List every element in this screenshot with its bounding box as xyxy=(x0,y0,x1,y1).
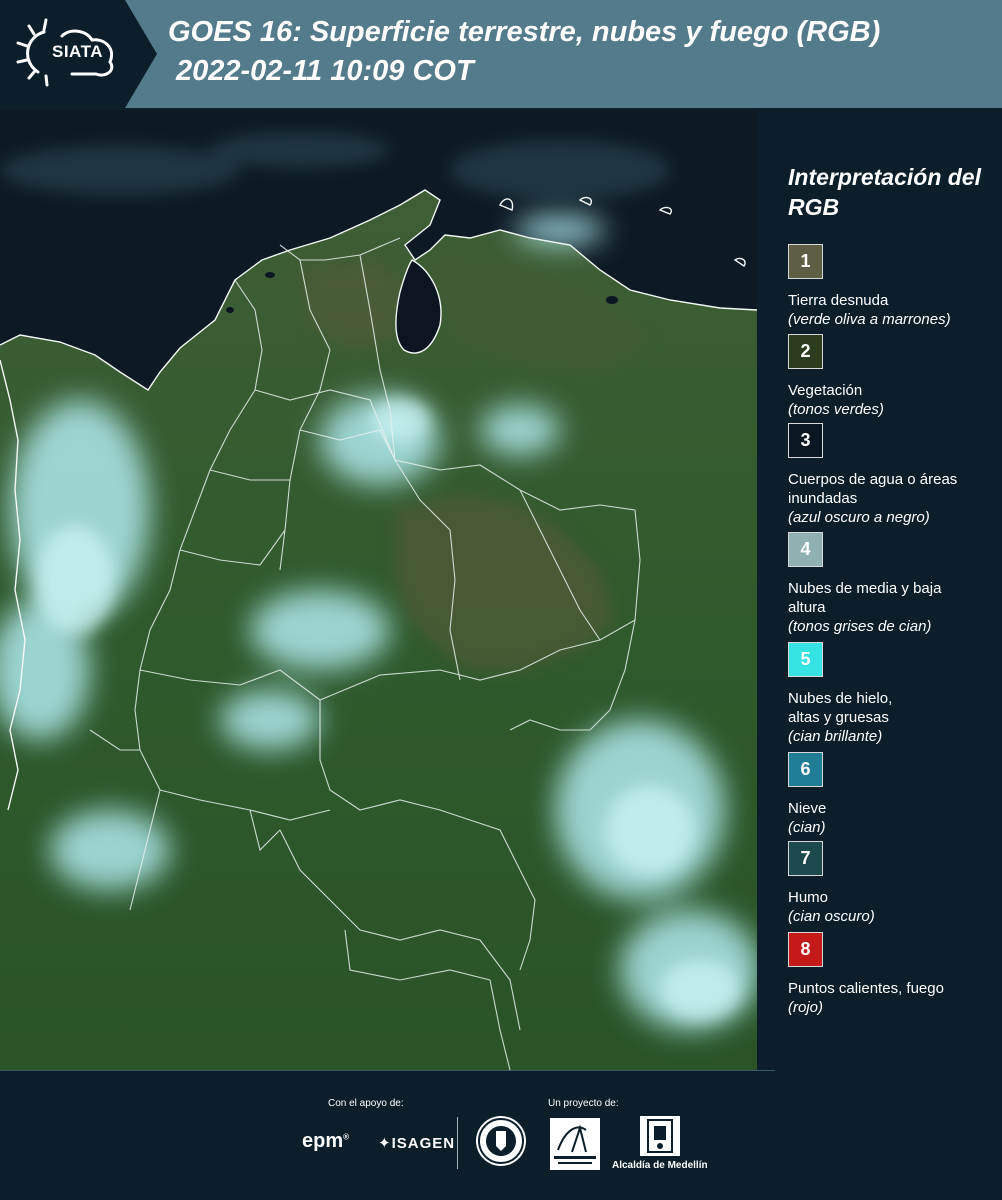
legend-sub: (rojo) xyxy=(788,999,824,1016)
epm-logo: epm® xyxy=(302,1130,350,1152)
isagen-logo: ✦ISAGEN xyxy=(378,1134,455,1152)
isagen-star-icon: ✦ xyxy=(378,1135,392,1152)
legend-sub: (cian) xyxy=(788,819,826,836)
legend-item-humo: 7 Humo (cian oscuro) xyxy=(788,841,998,926)
legend-item-nubes-media-baja: 4 Nubes de media y baja altura (tonos gr… xyxy=(788,532,998,636)
legend-swatch: 6 xyxy=(788,752,823,787)
legend-sub: (verde oliva a marrones) xyxy=(788,311,951,328)
legend-item-tierra-desnuda: 1 Tierra desnuda (verde oliva a marrones… xyxy=(788,244,998,329)
legend-label: Nubes de hielo, altas y gruesas xyxy=(788,690,893,726)
siata-logo-text: SIATA xyxy=(52,42,103,61)
legend-sub: (tonos grises de cian) xyxy=(788,618,932,635)
legend-sub: (cian oscuro) xyxy=(788,908,875,925)
legend-label: Humo xyxy=(788,889,829,906)
alcaldia-medellin-logo xyxy=(640,1116,680,1156)
legend-label: Tierra desnuda xyxy=(788,292,889,309)
siata-logo: SIATA xyxy=(0,0,160,108)
legend-label: Nieve xyxy=(788,800,827,817)
support-caption: Con el apoyo de: xyxy=(328,1098,404,1109)
page-timestamp: 2022-02-11 10:09 COT xyxy=(176,55,474,87)
epm-logo-text: epm xyxy=(302,1130,344,1152)
footer: Con el apoyo de: Un proyecto de: epm® ✦I… xyxy=(0,1070,1002,1200)
area-metropolitana-logo xyxy=(550,1118,600,1170)
legend-item-vegetacion: 2 Vegetación (tonos verdes) xyxy=(788,334,998,419)
header-bar: SIATA GOES 16: Superficie terrestre, nub… xyxy=(0,0,1002,108)
legend-label: Cuerpos de agua o áreas inundadas xyxy=(788,471,958,507)
legend-item-cuerpos-de-agua: 3 Cuerpos de agua o áreas inundadas (azu… xyxy=(788,423,998,527)
legend-sub: (tonos verdes) xyxy=(788,401,884,418)
project-caption: Un proyecto de: xyxy=(548,1098,619,1109)
legend-swatch: 2 xyxy=(788,334,823,369)
legend-title: Interpretación del RGB xyxy=(788,164,981,220)
isagen-logo-text: ISAGEN xyxy=(391,1135,456,1152)
legend-swatch: 3 xyxy=(788,423,823,458)
legend-panel: Interpretación del RGB 1 Tierra desnuda … xyxy=(760,110,1002,1070)
legend-swatch: 8 xyxy=(788,932,823,967)
legend-swatch: 1 xyxy=(788,244,823,279)
legend-item-nubes-hielo: 5 Nubes de hielo, altas y gruesas (cian … xyxy=(788,642,998,746)
legend-item-nieve: 6 Nieve (cian) xyxy=(788,752,998,837)
satellite-map xyxy=(0,110,757,1070)
legend-swatch: 7 xyxy=(788,841,823,876)
legend-label: Vegetación xyxy=(788,382,863,399)
legend-sub: (azul oscuro a negro) xyxy=(788,509,930,526)
footer-separator xyxy=(0,1070,775,1071)
legend-item-puntos-calientes: 8 Puntos calientes, fuego (rojo) xyxy=(788,932,998,1017)
legend-sub: (cian brillante) xyxy=(788,728,883,745)
legend-swatch: 5 xyxy=(788,642,823,677)
legend-swatch: 4 xyxy=(788,532,823,567)
footer-divider xyxy=(457,1117,458,1169)
page-title: GOES 16: Superficie terrestre, nubes y f… xyxy=(168,16,881,48)
alcaldia-medellin-text: Alcaldía de Medellín xyxy=(612,1160,708,1171)
legend-label: Puntos calientes, fuego xyxy=(788,980,944,997)
medellin-seal-logo xyxy=(476,1116,526,1166)
legend-label: Nubes de media y baja altura xyxy=(788,580,942,616)
